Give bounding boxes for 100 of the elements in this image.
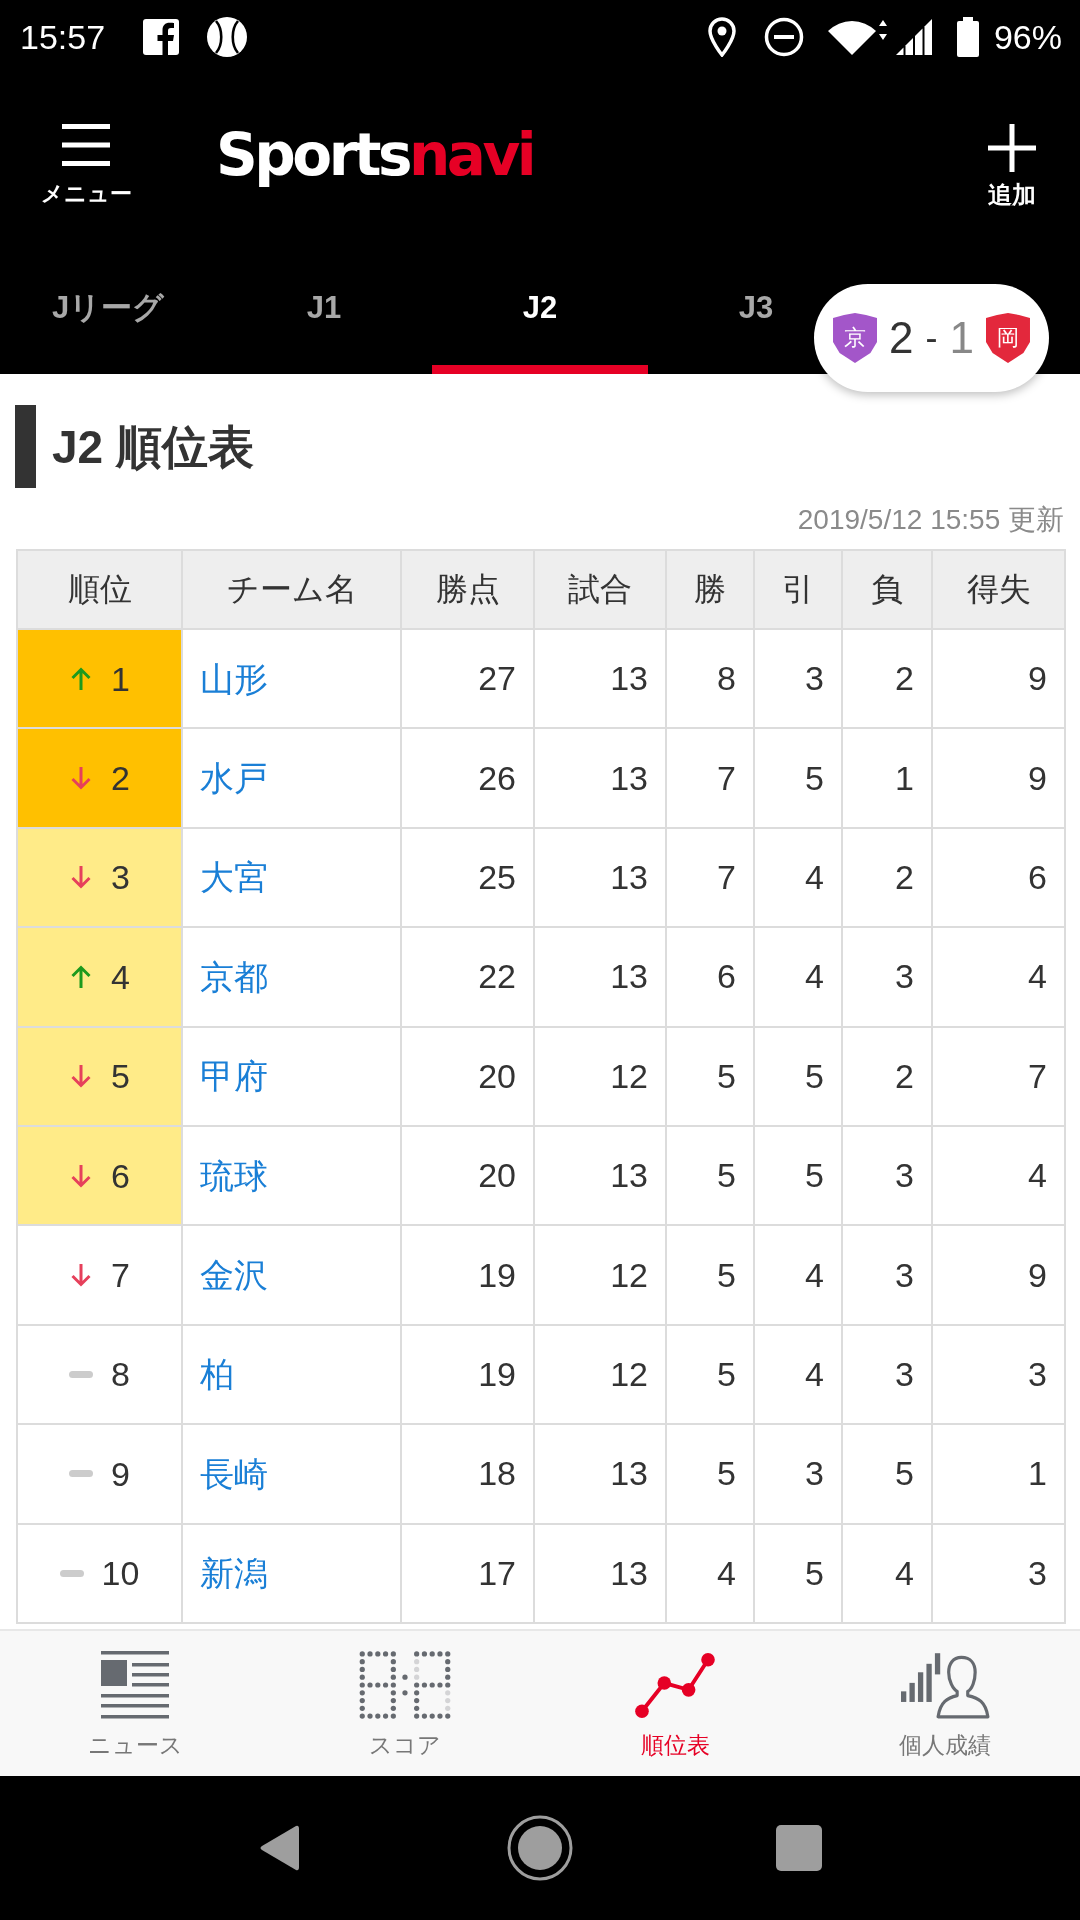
table-cell: 5 [754, 1026, 842, 1126]
table-cell: 3 [932, 1324, 1065, 1425]
table-cell: 2 [842, 629, 932, 729]
add-button[interactable]: 追加 [984, 123, 1040, 208]
table-cell: 12 [534, 1225, 666, 1325]
table-cell: 13 [534, 1523, 666, 1623]
table-cell: 1 [932, 1424, 1065, 1524]
table-cell: 25 [401, 827, 534, 928]
table-cell: 1 [842, 728, 932, 828]
table-cell: 6 [666, 927, 754, 1027]
table-cell: 5 [666, 1324, 754, 1425]
table-cell: 20 [401, 1026, 534, 1126]
plus-icon [988, 123, 1036, 172]
table-cell: 4 [754, 1324, 842, 1425]
dot-matrix-score-icon [359, 1651, 451, 1719]
table-cell: 9 [932, 728, 1065, 828]
table-cell: 5 [754, 1523, 842, 1623]
table-cell: 9 [932, 629, 1065, 729]
table-cell: 3 [932, 1523, 1065, 1623]
home-icon[interactable] [507, 1815, 573, 1881]
team-link[interactable]: 水戸 [200, 759, 268, 798]
column-header: 勝 [666, 550, 754, 629]
table-cell: 8 [666, 629, 754, 729]
table-cell: 27 [401, 629, 534, 729]
column-header: 得失 [932, 550, 1065, 629]
table-cell: 20 [401, 1125, 534, 1226]
team-link[interactable]: 琉球 [200, 1156, 268, 1195]
team-link[interactable]: 甲府 [200, 1057, 268, 1096]
nav-item[interactable]: スコア [270, 1631, 540, 1776]
team-link[interactable]: 新潟 [200, 1554, 268, 1593]
signal-icon [895, 19, 932, 55]
table-cell: 4 [754, 1225, 842, 1325]
location-icon [707, 17, 736, 57]
table-cell: 5 [754, 728, 842, 828]
do-not-disturb-icon [763, 17, 804, 57]
table-cell: 4 [754, 827, 842, 928]
table-cell: 18 [401, 1424, 534, 1524]
team-link[interactable]: 山形 [200, 659, 268, 698]
team-link[interactable]: 長崎 [200, 1454, 268, 1493]
team-badge: 岡 [986, 313, 1030, 363]
rank-number: 7 [111, 1255, 130, 1296]
nav-item[interactable]: ニュース [0, 1631, 270, 1776]
score-text: 2 [889, 313, 914, 363]
nav-item[interactable]: 個人成績 [810, 1631, 1080, 1776]
rank-number: 5 [111, 1056, 130, 1097]
table-cell: 7 [666, 827, 754, 928]
page-title: J2 順位表 [52, 419, 254, 475]
table-cell: 6 [932, 827, 1065, 928]
table-cell: 13 [534, 629, 666, 729]
column-header: 勝点 [401, 550, 534, 629]
table-cell: 4 [932, 927, 1065, 1027]
table-cell: 13 [534, 827, 666, 928]
table-cell: 4 [842, 1523, 932, 1623]
rank-number: 4 [111, 956, 130, 997]
menu-icon [62, 124, 110, 166]
back-icon[interactable] [258, 1824, 300, 1872]
rank-number: 2 [111, 758, 130, 799]
battery-icon [956, 17, 979, 57]
table-cell: 5 [666, 1026, 754, 1126]
table-cell: 5 [666, 1125, 754, 1226]
live-score-toast[interactable]: 京 2 - 1 岡 [814, 284, 1049, 392]
baseball-icon [206, 16, 249, 58]
sportsnavi-logo: Sportsnavi [216, 121, 534, 188]
table-cell: 13 [534, 1125, 666, 1226]
team-link[interactable]: 大宮 [200, 858, 268, 897]
facebook-icon [143, 19, 180, 55]
team-link[interactable]: 京都 [200, 957, 268, 996]
table-cell: 5 [666, 1424, 754, 1524]
team-link[interactable]: 柏 [200, 1355, 234, 1394]
table-cell: 13 [534, 1424, 666, 1524]
table-cell: 19 [401, 1324, 534, 1425]
team-link[interactable]: 金沢 [200, 1256, 268, 1295]
column-header: 順位 [17, 550, 182, 629]
rank-number: 1 [111, 658, 130, 699]
table-cell: 26 [401, 728, 534, 828]
table-cell: 7 [666, 728, 754, 828]
table-cell: 4 [666, 1523, 754, 1623]
table-cell: 3 [754, 1424, 842, 1524]
menu-button[interactable]: メニュー [36, 124, 136, 207]
table-cell: 4 [754, 927, 842, 1027]
table-cell: 2 [842, 1026, 932, 1126]
table-cell: 7 [932, 1026, 1065, 1126]
column-header: チーム名 [182, 550, 401, 629]
column-header: 引 [754, 550, 842, 629]
table-cell: 4 [932, 1125, 1065, 1226]
table-cell: 3 [842, 1225, 932, 1325]
person-bar-chart-icon [900, 1651, 990, 1719]
table-cell: 2 [842, 827, 932, 928]
table-cell: 5 [666, 1225, 754, 1325]
table-cell: 17 [401, 1523, 534, 1623]
table-cell: 3 [754, 629, 842, 729]
league-tab[interactable]: J1 [216, 257, 432, 374]
nav-item[interactable]: 順位表 [540, 1631, 810, 1776]
rank-number: 9 [111, 1453, 130, 1494]
league-tab[interactable]: Jリーグ [0, 257, 216, 374]
score-text: 1 [949, 313, 974, 363]
rank-number: 3 [111, 857, 130, 898]
table-cell: 19 [401, 1225, 534, 1325]
table-cell: 3 [842, 1324, 932, 1425]
column-header: 負 [842, 550, 932, 629]
